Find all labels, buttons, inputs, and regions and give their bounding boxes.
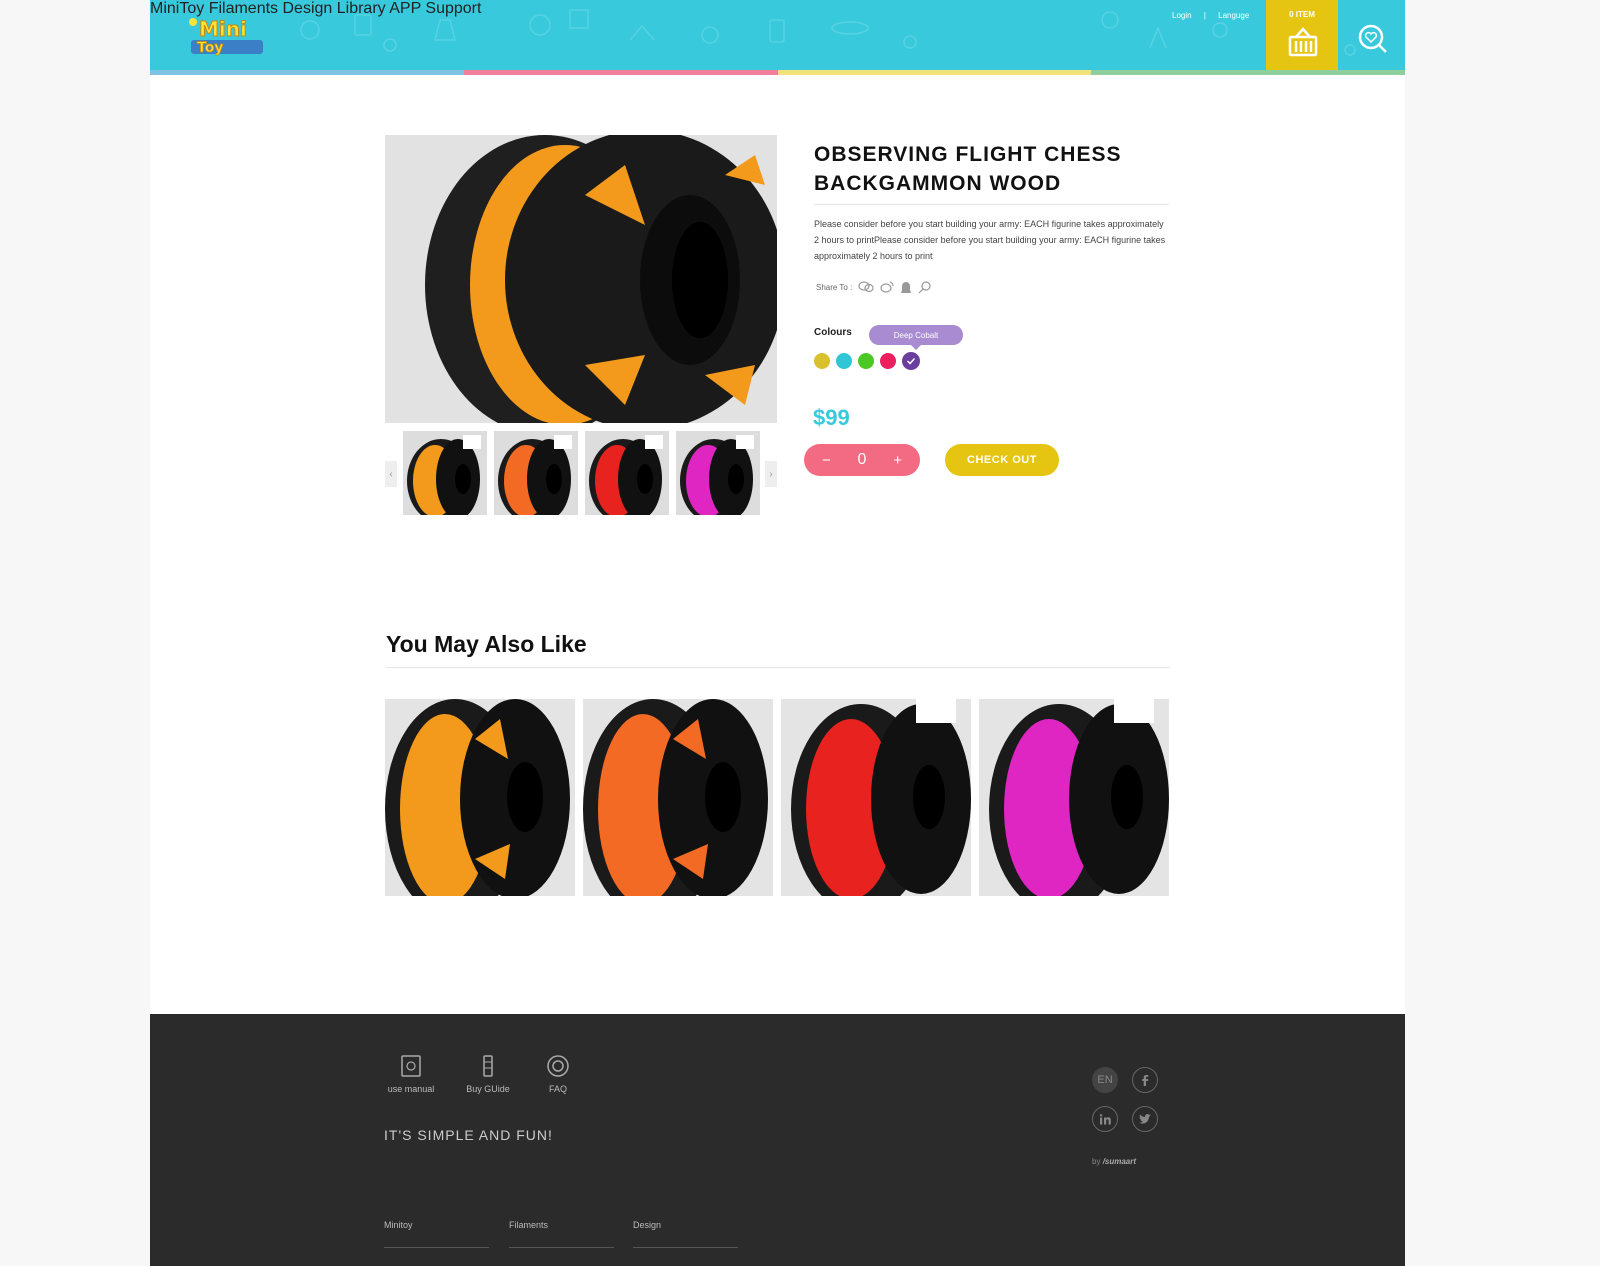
link-icon[interactable] bbox=[918, 280, 932, 294]
footer-use-manual-label: use manual bbox=[387, 1084, 435, 1094]
stripe-yellow bbox=[777, 70, 1092, 75]
footer-link-underline-3 bbox=[633, 1247, 738, 1248]
site-footer: use manual Buy GUide FAQ IT'S SIMPLE AND… bbox=[150, 1014, 1405, 1266]
related-divider bbox=[386, 667, 1170, 668]
manual-icon bbox=[401, 1055, 421, 1077]
colour-swatches bbox=[814, 352, 920, 370]
language-button[interactable]: EN bbox=[1092, 1067, 1118, 1093]
colour-swatch-deep-cobalt[interactable] bbox=[902, 352, 920, 370]
related-item-2[interactable] bbox=[583, 699, 773, 896]
footer-link-minitoy[interactable]: Minitoy bbox=[384, 1220, 413, 1230]
footer-link-filaments[interactable]: Filaments bbox=[509, 1220, 548, 1230]
related-item-3[interactable] bbox=[781, 699, 971, 896]
facebook-icon[interactable] bbox=[1132, 1067, 1158, 1093]
colour-swatch-yellow[interactable] bbox=[814, 353, 830, 369]
qty-plus-button[interactable]: + bbox=[893, 452, 902, 469]
wechat-icon[interactable] bbox=[858, 281, 874, 293]
weibo-icon[interactable] bbox=[880, 281, 894, 293]
thumb-prev-button[interactable]: ‹ bbox=[385, 461, 397, 487]
footer-use-manual[interactable]: use manual bbox=[376, 1054, 446, 1094]
share-bar: Share To : bbox=[816, 280, 932, 294]
related-item-4[interactable] bbox=[979, 699, 1169, 896]
search-icon[interactable] bbox=[1355, 22, 1389, 56]
basket-icon bbox=[1288, 27, 1318, 57]
language-link[interactable]: Languge bbox=[1218, 11, 1249, 20]
title-divider bbox=[814, 204, 1169, 205]
top-links-separator: | bbox=[1203, 11, 1206, 20]
cart-button[interactable]: 0 ITEM bbox=[1266, 0, 1338, 70]
qty-minus-button[interactable]: − bbox=[822, 452, 831, 469]
footer-buy-guide-label: Buy GUide bbox=[466, 1084, 510, 1094]
qty-value[interactable]: 0 bbox=[858, 451, 867, 469]
colours-label: Colours bbox=[814, 327, 852, 338]
thumbnail-carousel: ‹ › bbox=[385, 431, 777, 515]
svg-text:Toy: Toy bbox=[197, 40, 223, 56]
product-description: Please consider before you start buildin… bbox=[814, 219, 1166, 261]
credit-maker[interactable]: /sumaart bbox=[1103, 1157, 1136, 1166]
colour-swatch-green[interactable] bbox=[858, 353, 874, 369]
thumbnail-3[interactable] bbox=[585, 431, 669, 515]
svg-text:Mini: Mini bbox=[199, 17, 247, 41]
cart-count: 0 ITEM bbox=[1289, 10, 1315, 19]
share-label: Share To : bbox=[816, 282, 853, 292]
twitter-icon[interactable] bbox=[1132, 1106, 1158, 1132]
footer-link-underline-1 bbox=[384, 1247, 489, 1248]
stripe-green bbox=[1091, 70, 1405, 75]
stripe-pink bbox=[463, 70, 778, 75]
colour-swatch-cyan[interactable] bbox=[836, 353, 852, 369]
login-link[interactable]: Login bbox=[1172, 11, 1192, 20]
footer-link-design[interactable]: Design bbox=[633, 1220, 661, 1230]
quantity-stepper: − 0 + bbox=[804, 444, 920, 476]
footer-buy-guide[interactable]: Buy GUide bbox=[453, 1054, 523, 1094]
related-title: You May Also Like bbox=[386, 631, 587, 657]
top-links: Login | Languge bbox=[1172, 11, 1249, 20]
checkout-button[interactable]: CHECK OUT bbox=[945, 444, 1059, 476]
thumbnail-2[interactable] bbox=[494, 431, 578, 515]
product-main-image bbox=[385, 135, 777, 423]
page: Mini Toy Login | Languge MiniToy Filamen… bbox=[150, 0, 1405, 1266]
colour-swatch-red[interactable] bbox=[880, 353, 896, 369]
guide-icon bbox=[483, 1055, 493, 1077]
footer-faq[interactable]: FAQ bbox=[523, 1054, 593, 1094]
credit: by /sumaart bbox=[1092, 1157, 1136, 1166]
qq-icon[interactable] bbox=[900, 281, 912, 294]
footer-tagline: IT'S SIMPLE AND FUN! bbox=[384, 1127, 553, 1143]
thumb-next-button[interactable]: › bbox=[765, 461, 777, 487]
site-header: Mini Toy Login | Languge MiniToy Filamen… bbox=[150, 0, 1405, 70]
product-price: $99 bbox=[813, 405, 850, 430]
stripe-blue bbox=[150, 70, 464, 75]
check-icon bbox=[906, 357, 916, 365]
linkedin-icon[interactable] bbox=[1092, 1106, 1118, 1132]
filament-spool-image bbox=[385, 135, 777, 423]
thumbnail-1[interactable] bbox=[403, 431, 487, 515]
credit-by: by bbox=[1092, 1157, 1101, 1166]
footer-faq-label: FAQ bbox=[548, 1084, 567, 1094]
footer-link-underline-2 bbox=[509, 1247, 614, 1248]
colour-tooltip: Deep Cobalt bbox=[869, 325, 963, 350]
thumbnail-4[interactable] bbox=[676, 431, 760, 515]
minitoy-logo[interactable]: Mini Toy bbox=[187, 10, 267, 58]
lifebuoy-icon bbox=[547, 1055, 569, 1077]
product-title: OBSERVING FLIGHT CHESS BACKGAMMON WOOD bbox=[814, 143, 1122, 195]
header-color-stripe bbox=[150, 70, 1405, 75]
related-item-1[interactable] bbox=[385, 699, 575, 896]
